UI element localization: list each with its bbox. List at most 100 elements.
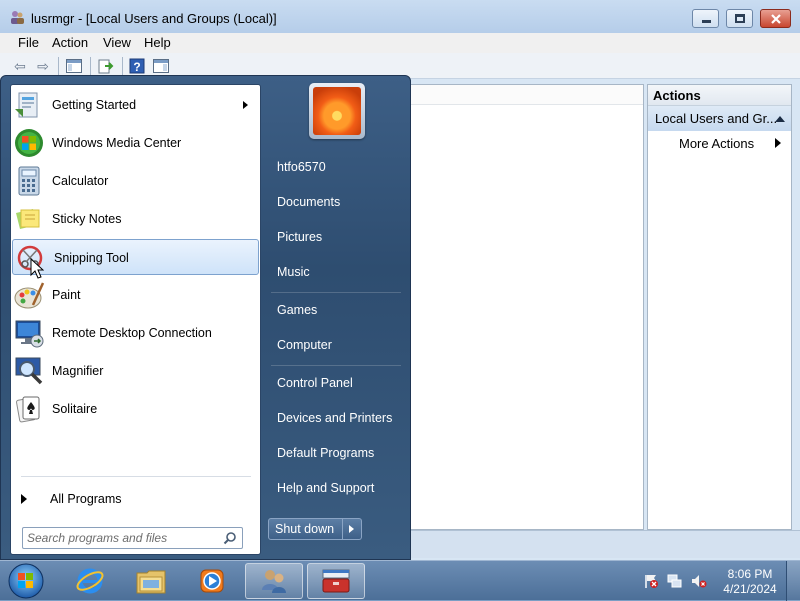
program-snipping-tool[interactable]: Snipping Tool bbox=[12, 239, 259, 275]
start-item-computer[interactable]: Computer bbox=[267, 331, 403, 360]
lusrmgr-app-icon bbox=[11, 11, 24, 24]
getting-started-icon bbox=[15, 92, 38, 118]
shutdown-button[interactable]: Shut down bbox=[268, 518, 343, 540]
program-label: Snipping Tool bbox=[54, 251, 129, 265]
paint-icon bbox=[14, 282, 45, 309]
taskbar-local-users-groups[interactable] bbox=[245, 563, 303, 599]
program-label: Windows Media Center bbox=[52, 136, 182, 150]
search-icon[interactable] bbox=[223, 531, 237, 545]
program-solitaire[interactable]: Solitaire bbox=[11, 391, 260, 427]
clock-time: 8:06 PM bbox=[727, 567, 773, 581]
help-button[interactable]: ? bbox=[127, 56, 147, 76]
programs-pane: Getting Started Windows Media Center Cal… bbox=[10, 84, 261, 555]
maximize-button[interactable] bbox=[726, 9, 753, 28]
taskbar-internet-explorer[interactable] bbox=[61, 563, 119, 599]
programs-separator bbox=[21, 476, 251, 477]
system-clock[interactable]: 8:06 PM 4/21/2024 bbox=[718, 567, 782, 597]
actions-section-local-users[interactable]: Local Users and Gr... bbox=[648, 106, 791, 131]
program-label: Magnifier bbox=[52, 364, 104, 378]
program-label: Remote Desktop Connection bbox=[52, 326, 212, 340]
menu-bar: File Action View Help bbox=[0, 33, 800, 53]
forward-button[interactable]: ⇨ bbox=[33, 56, 53, 76]
status-bar bbox=[405, 530, 800, 558]
program-paint[interactable]: Paint bbox=[11, 277, 260, 313]
show-hide-tree-button[interactable] bbox=[64, 56, 84, 76]
solitaire-icon bbox=[16, 396, 40, 423]
maximize-icon bbox=[735, 14, 745, 23]
program-magnifier[interactable]: Magnifier bbox=[11, 353, 260, 389]
start-item-default-programs[interactable]: Default Programs bbox=[267, 439, 403, 468]
menu-action[interactable]: Action bbox=[52, 33, 88, 53]
start-item-user-folder[interactable]: htfo6570 bbox=[267, 153, 403, 182]
start-menu: Getting Started Windows Media Center Cal… bbox=[0, 75, 411, 560]
search-input[interactable] bbox=[27, 530, 217, 546]
program-label: Sticky Notes bbox=[52, 212, 122, 226]
menu-view[interactable]: View bbox=[103, 33, 131, 53]
action-center-flag-icon[interactable] bbox=[643, 573, 659, 589]
users-mmc-icon bbox=[262, 570, 286, 593]
start-item-music[interactable]: Music bbox=[267, 258, 403, 287]
program-remote-desktop-connection[interactable]: Remote Desktop Connection bbox=[11, 315, 260, 351]
magnifier-icon bbox=[15, 357, 43, 385]
taskbar-windows-explorer[interactable] bbox=[122, 563, 180, 599]
show-desktop-button[interactable] bbox=[786, 561, 800, 601]
clock-date: 4/21/2024 bbox=[723, 582, 777, 596]
help-icon: ? bbox=[129, 58, 145, 74]
start-item-help-and-support[interactable]: Help and Support bbox=[267, 474, 403, 503]
start-item-devices-and-printers[interactable]: Devices and Printers bbox=[267, 404, 403, 433]
user-picture[interactable] bbox=[309, 83, 365, 139]
program-label: Paint bbox=[52, 288, 81, 302]
back-button[interactable]: ⇦ bbox=[10, 56, 30, 76]
program-windows-media-center[interactable]: Windows Media Center bbox=[11, 125, 260, 161]
remote-desktop-icon bbox=[15, 320, 44, 348]
collapse-up-icon bbox=[775, 116, 785, 122]
shutdown-options-button[interactable] bbox=[343, 518, 362, 540]
start-item-games[interactable]: Games bbox=[267, 296, 403, 325]
toolbar-separator bbox=[58, 57, 59, 75]
chevron-right-icon bbox=[349, 525, 354, 533]
submenu-arrow-icon bbox=[243, 101, 248, 109]
calculator-icon bbox=[18, 166, 40, 196]
close-button[interactable] bbox=[760, 9, 791, 28]
actions-header: Actions bbox=[648, 85, 791, 106]
volume-muted-icon[interactable] bbox=[691, 573, 707, 589]
more-actions-item[interactable]: More Actions bbox=[679, 136, 754, 151]
menu-help[interactable]: Help bbox=[144, 33, 171, 53]
search-box[interactable] bbox=[22, 527, 243, 549]
actions-section-label: Local Users and Gr... bbox=[655, 111, 778, 126]
network-icon[interactable] bbox=[667, 573, 683, 589]
program-label: Solitaire bbox=[52, 402, 98, 416]
program-sticky-notes[interactable]: Sticky Notes bbox=[11, 201, 260, 237]
internet-explorer-icon bbox=[76, 568, 104, 594]
all-programs-button[interactable]: All Programs bbox=[50, 492, 122, 506]
start-item-documents[interactable]: Documents bbox=[267, 188, 403, 217]
show-hide-action-pane-button[interactable] bbox=[151, 56, 171, 76]
close-icon bbox=[771, 14, 781, 24]
media-center-icon bbox=[15, 129, 43, 157]
results-column-header bbox=[406, 85, 643, 105]
forward-arrow-icon: ⇨ bbox=[37, 57, 49, 74]
window-title: lusrmgr - [Local Users and Groups (Local… bbox=[31, 11, 277, 26]
menu-file[interactable]: File bbox=[18, 33, 39, 53]
start-item-pictures[interactable]: Pictures bbox=[267, 223, 403, 252]
start-item-control-panel[interactable]: Control Panel bbox=[267, 369, 403, 398]
taskbar-media-player[interactable] bbox=[183, 563, 241, 599]
all-programs-arrow-icon bbox=[21, 494, 27, 504]
minimize-icon bbox=[702, 20, 711, 23]
media-player-icon bbox=[200, 569, 224, 593]
results-pane[interactable] bbox=[405, 84, 644, 530]
submenu-arrow-icon bbox=[775, 138, 781, 148]
svg-text:?: ? bbox=[133, 60, 140, 74]
program-label: Getting Started bbox=[52, 98, 137, 112]
minimize-button[interactable] bbox=[692, 9, 719, 28]
program-calculator[interactable]: Calculator bbox=[11, 163, 260, 199]
program-getting-started[interactable]: Getting Started bbox=[11, 87, 260, 123]
back-arrow-icon: ⇦ bbox=[14, 57, 26, 74]
start-orb-icon[interactable] bbox=[5, 562, 47, 600]
console-tree-icon bbox=[66, 59, 82, 73]
mouse-cursor-icon bbox=[30, 258, 44, 279]
title-bar[interactable]: lusrmgr - [Local Users and Groups (Local… bbox=[0, 0, 800, 33]
taskbar-mmc-console[interactable] bbox=[307, 563, 365, 599]
export-list-button[interactable] bbox=[96, 56, 116, 76]
explorer-folder-icon bbox=[136, 570, 166, 594]
